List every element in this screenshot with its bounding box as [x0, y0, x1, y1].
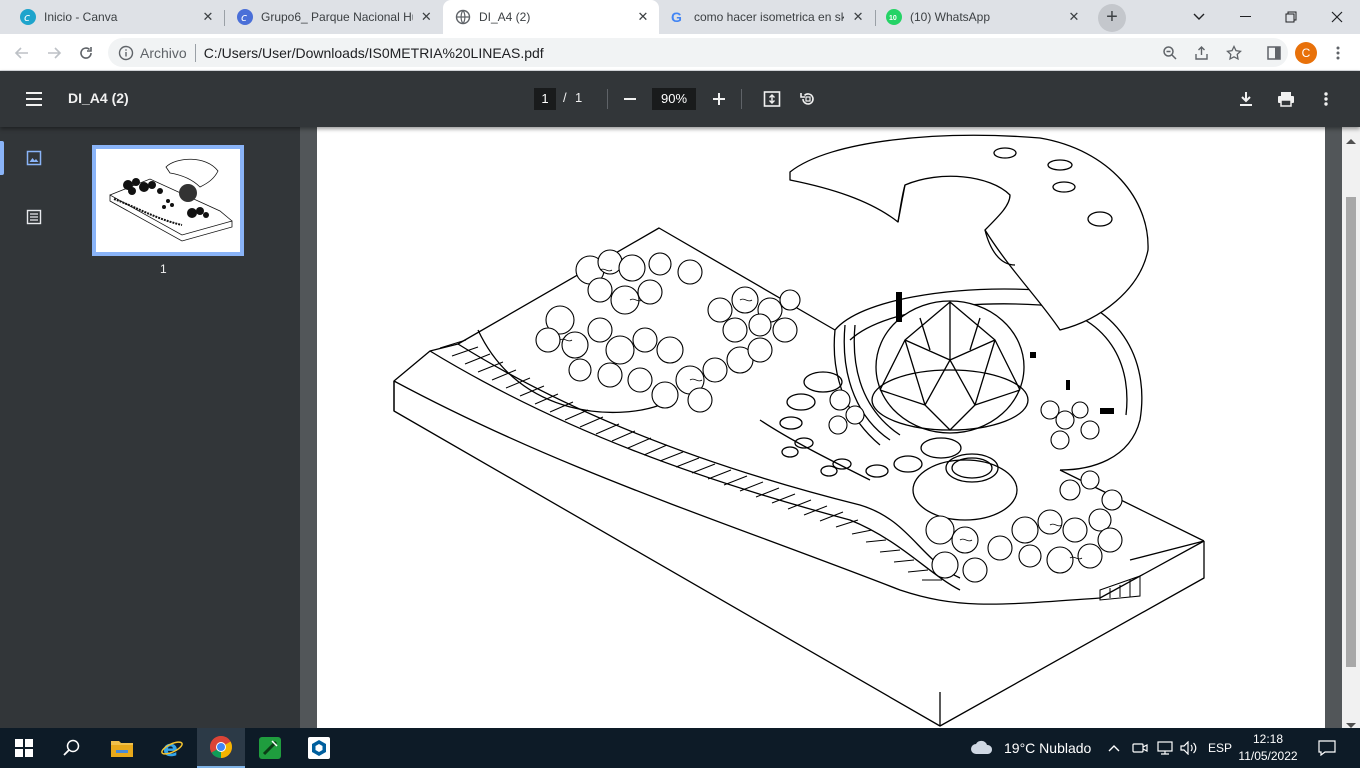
download-icon[interactable] — [1234, 87, 1258, 111]
thumbnails-view-icon[interactable] — [22, 146, 46, 170]
svg-text:c: c — [24, 11, 30, 23]
zoom-in-icon[interactable] — [707, 87, 731, 111]
tab-canva-home[interactable]: c Inicio - Canva ✕ — [0, 0, 224, 34]
address-divider — [194, 43, 196, 62]
zoom-level-input[interactable]: 90% — [652, 88, 696, 110]
search-icon[interactable] — [48, 728, 96, 768]
whatsapp-icon: 10 — [886, 9, 902, 25]
close-tab-icon[interactable]: ✕ — [850, 9, 866, 25]
weather-text: 19°C Nublado — [1004, 740, 1092, 756]
clock-date: 11/05/2022 — [1238, 749, 1298, 763]
page-number-input[interactable]: 1 — [534, 88, 556, 110]
tab-grupo6[interactable]: c Grupo6_ Parque Nacional Hu ✕ — [225, 0, 442, 34]
svg-text:e: e — [163, 737, 178, 760]
outline-view-icon[interactable] — [22, 205, 46, 229]
zoom-out-icon[interactable] — [618, 87, 642, 111]
new-tab-button[interactable]: + — [1098, 4, 1126, 32]
cloud-icon — [970, 739, 994, 758]
svg-text:c: c — [241, 11, 247, 23]
internet-explorer-icon[interactable]: e — [148, 728, 196, 768]
hamburger-menu-icon[interactable] — [22, 87, 46, 111]
forward-arrow-icon[interactable] — [40, 39, 68, 67]
tab-title: Inicio - Canva — [44, 10, 118, 24]
tab-title: DI_A4 (2) — [479, 10, 531, 24]
page-thumbnail[interactable] — [92, 145, 244, 256]
sketchup-icon[interactable] — [295, 728, 343, 768]
svg-text:10: 10 — [889, 15, 897, 22]
volume-icon[interactable] — [1180, 728, 1198, 768]
close-tab-icon[interactable]: ✕ — [200, 9, 216, 25]
svg-text:G: G — [671, 9, 682, 25]
close-window-button[interactable] — [1314, 0, 1360, 34]
document-scrollbar[interactable] — [1342, 127, 1360, 728]
chrome-taskbar-icon[interactable] — [197, 728, 245, 768]
meet-now-icon[interactable] — [1132, 728, 1148, 768]
pdf-document-area — [300, 127, 1360, 728]
url-text[interactable]: C:/Users/User/Downloads/IS0METRIA%20LINE… — [204, 45, 544, 61]
thumbnail-page-label: 1 — [160, 262, 167, 276]
pdf-page — [317, 127, 1325, 728]
pdf-sidebar: 1 — [0, 127, 300, 728]
reload-icon[interactable] — [72, 39, 100, 67]
scrollbar-thumb[interactable] — [1346, 197, 1356, 667]
windows-taskbar: e 19°C Nublado ESP 12:18 11/05/2022 — [0, 728, 1360, 768]
more-options-icon[interactable] — [1324, 39, 1352, 67]
profile-avatar[interactable]: C — [1295, 42, 1317, 64]
restore-button[interactable] — [1268, 0, 1314, 34]
tab-google-search[interactable]: G como hacer isometrica en sk ✕ — [660, 0, 874, 34]
rotate-icon[interactable] — [796, 87, 820, 111]
print-icon[interactable] — [1274, 87, 1298, 111]
system-clock[interactable]: 12:18 11/05/2022 — [1236, 731, 1300, 765]
pdf-toolbar: DI_A4 (2) 1 / 1 90% — [0, 71, 1360, 127]
canva-icon: c — [237, 9, 253, 25]
clock-time: 12:18 — [1252, 732, 1284, 746]
fit-to-page-icon[interactable] — [760, 87, 784, 111]
browser-toolbar: Archivo C:/Users/User/Downloads/IS0METRI… — [0, 34, 1360, 71]
green-app-icon[interactable] — [246, 728, 294, 768]
back-arrow-icon[interactable] — [8, 39, 36, 67]
tab-search-chevron-icon[interactable] — [1176, 0, 1222, 34]
isometric-park-drawing — [393, 134, 1205, 727]
close-tab-icon[interactable]: ✕ — [419, 9, 434, 25]
page-total: 1 — [575, 90, 583, 105]
bookmark-star-icon[interactable] — [1220, 39, 1248, 67]
notifications-icon[interactable] — [1318, 728, 1336, 768]
tab-strip: c Inicio - Canva ✕ c Grupo6_ Parque Naci… — [0, 0, 1360, 34]
scroll-up-arrow-icon[interactable] — [1346, 131, 1356, 149]
pdf-more-options-icon[interactable] — [1314, 87, 1338, 111]
zoom-magnifier-icon[interactable] — [1156, 39, 1184, 67]
globe-icon — [455, 9, 471, 25]
windows-start-icon[interactable] — [0, 728, 48, 768]
tab-title: Grupo6_ Parque Nacional Hu — [261, 10, 413, 24]
share-icon[interactable] — [1188, 39, 1216, 67]
page-separator: / — [563, 90, 567, 105]
side-panel-icon[interactable] — [1260, 39, 1288, 67]
close-tab-icon[interactable]: ✕ — [1066, 9, 1082, 25]
address-bar[interactable]: Archivo C:/Users/User/Downloads/IS0METRI… — [108, 38, 1288, 67]
tab-pdf-active[interactable]: DI_A4 (2) ✕ — [443, 0, 659, 34]
tab-title: (10) WhatsApp — [910, 10, 991, 24]
language-indicator[interactable]: ESP — [1208, 728, 1232, 768]
sidebar-selection-indicator — [0, 141, 4, 175]
minimize-button[interactable] — [1222, 0, 1268, 34]
file-explorer-icon[interactable] — [98, 728, 146, 768]
tab-whatsapp[interactable]: 10 (10) WhatsApp ✕ — [876, 0, 1090, 34]
toolbar-divider — [607, 89, 608, 109]
canva-icon: c — [20, 9, 36, 25]
close-tab-icon[interactable]: ✕ — [635, 9, 651, 25]
tab-title: como hacer isometrica en sk — [694, 10, 845, 24]
google-icon: G — [670, 9, 686, 25]
info-icon[interactable] — [118, 45, 134, 61]
scheme-label: Archivo — [140, 44, 187, 61]
toolbar-divider — [741, 89, 742, 109]
show-hidden-icons-chevron[interactable] — [1108, 728, 1120, 768]
network-icon[interactable] — [1156, 728, 1174, 768]
document-title: DI_A4 (2) — [68, 90, 129, 106]
weather-widget[interactable]: 19°C Nublado — [970, 728, 1091, 768]
